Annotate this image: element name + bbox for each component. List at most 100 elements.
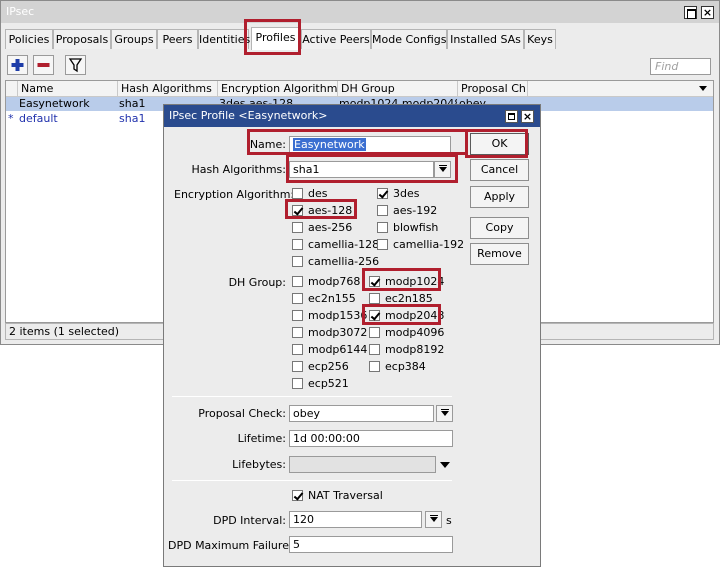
checkbox-label: camellia-192 (393, 238, 465, 251)
table-header: Name Hash Algorithms Encryption Algorith… (6, 81, 713, 97)
checkbox-label: ecp521 (308, 377, 349, 390)
checkbox-box (292, 327, 303, 338)
checkbox-label: ecp256 (308, 360, 349, 373)
column-dh-group[interactable]: DH Group (338, 81, 458, 97)
proposal-check-label: Proposal Check: (198, 407, 286, 420)
column-name[interactable]: Name (18, 81, 118, 97)
checkbox-label: modp1536 (308, 309, 368, 322)
checkbox-label: modp8192 (385, 343, 445, 356)
checkbox-label: blowfish (393, 221, 439, 234)
tab-policies[interactable]: Policies (5, 29, 53, 49)
remove-button[interactable]: Remove (470, 243, 529, 265)
filter-icon (68, 58, 83, 73)
checkbox-box (292, 378, 303, 389)
checkbox-box (377, 188, 388, 199)
checkbox-label: modp3072 (308, 326, 368, 339)
row-marker: * (8, 112, 14, 125)
toolbar (1, 51, 719, 79)
proposal-check-select[interactable]: obey (289, 405, 434, 422)
checkbox-box (369, 327, 380, 338)
remove-item-button[interactable] (33, 55, 54, 75)
checkbox-box (292, 276, 303, 287)
checkbox-label: camellia-256 (308, 255, 380, 268)
column-hash-algorithms[interactable]: Hash Algorithms (118, 81, 218, 97)
dh-group-label: DH Group: (228, 276, 286, 289)
lifetime-input[interactable]: 1d 00:00:00 (289, 430, 453, 447)
checkbox-box (369, 344, 380, 355)
dpd-interval-dropdown-icon[interactable] (425, 511, 442, 528)
column-encryption-algorithm[interactable]: Encryption Algorithm (218, 81, 338, 97)
dpd-max-failures-label: DPD Maximum Failures: (168, 539, 299, 552)
dpd-max-failures-input[interactable]: 5 (289, 536, 453, 553)
checkbox-label: modp6144 (308, 343, 368, 356)
column-proposal-check[interactable]: Proposal Ch... (458, 81, 528, 97)
lifetime-label: Lifetime: (237, 432, 286, 445)
checkbox-label: ecp384 (385, 360, 426, 373)
hash-algorithms-label: Hash Algorithms: (191, 163, 286, 176)
window-title: IPsec (6, 5, 35, 18)
name-value: Easynetwork (293, 138, 366, 151)
dialog-maximize-icon[interactable] (505, 110, 518, 123)
tab-mode-configs[interactable]: Mode Configs (371, 29, 447, 49)
checkbox-label: des (308, 187, 328, 200)
tab-identities[interactable]: Identities (198, 29, 250, 49)
tab-keys[interactable]: Keys (524, 29, 556, 49)
ok-button[interactable]: OK (470, 133, 529, 155)
checkbox-box (377, 222, 388, 233)
checkbox-label: modp1024 (385, 275, 445, 288)
checkbox-box (292, 188, 303, 199)
column-menu-icon[interactable] (699, 86, 707, 91)
checkbox-box (292, 344, 303, 355)
dialog-close-icon[interactable]: × (521, 110, 534, 123)
checkbox-box (369, 310, 380, 321)
name-input[interactable]: Easynetwork (289, 136, 451, 153)
checkbox-box (292, 222, 303, 233)
tab-peers[interactable]: Peers (157, 29, 198, 49)
dpd-interval-label: DPD Interval: (213, 514, 286, 527)
checkbox-label: ec2n185 (385, 292, 433, 305)
tab-installed-sas[interactable]: Installed SAs (447, 29, 524, 49)
close-icon[interactable]: × (701, 6, 714, 19)
nat-traversal-label: NAT Traversal (308, 489, 383, 502)
checkbox-box (292, 310, 303, 321)
name-label: Name: (249, 138, 286, 151)
dpd-interval-input[interactable]: 120 (289, 511, 422, 528)
checkbox-label: modp2048 (385, 309, 445, 322)
lifebytes-input[interactable] (289, 456, 436, 473)
tab-active-peers[interactable]: Active Peers (301, 29, 371, 49)
column-marker[interactable] (6, 81, 18, 97)
apply-button[interactable]: Apply (470, 186, 529, 208)
checkbox-label: modp768 (308, 275, 361, 288)
checkbox-box (377, 239, 388, 250)
hash-algorithms-select[interactable]: sha1 (289, 161, 434, 178)
checkbox-box (369, 361, 380, 372)
lifebytes-label: Lifebytes: (232, 458, 286, 471)
checkbox-label: aes-128 (308, 204, 353, 217)
encryption-algorithm-label: Encryption Algorithm: (174, 188, 295, 201)
checkbox-box (292, 293, 303, 304)
minus-icon (37, 63, 50, 67)
checkbox-box (292, 239, 303, 250)
find-input[interactable]: Find (650, 58, 711, 75)
cancel-button[interactable]: Cancel (470, 159, 529, 181)
checkbox-box (369, 276, 380, 287)
checkbox-label: camellia-128 (308, 238, 380, 251)
tab-groups[interactable]: Groups (111, 29, 157, 49)
dialog-title: IPsec Profile <Easynetwork> (169, 109, 328, 122)
maximize-icon[interactable] (684, 6, 697, 19)
checkbox-label: modp4096 (385, 326, 445, 339)
checkbox-box (377, 205, 388, 216)
row-name: Easynetwork (19, 97, 90, 110)
proposal-dropdown-icon[interactable] (436, 405, 453, 422)
tab-proposals[interactable]: Proposals (53, 29, 111, 49)
copy-button[interactable]: Copy (470, 217, 529, 239)
lifebytes-dropdown-icon[interactable] (440, 462, 450, 468)
add-button[interactable] (7, 55, 28, 75)
divider (172, 480, 452, 481)
dialog-title-bar[interactable]: IPsec Profile <Easynetwork> × (164, 105, 540, 127)
filter-button[interactable] (65, 55, 86, 75)
window-title-bar[interactable]: IPsec × (1, 1, 719, 23)
column-spacer (528, 81, 713, 97)
tab-profiles[interactable]: Profiles (251, 27, 300, 50)
hash-dropdown-icon[interactable] (434, 161, 451, 178)
